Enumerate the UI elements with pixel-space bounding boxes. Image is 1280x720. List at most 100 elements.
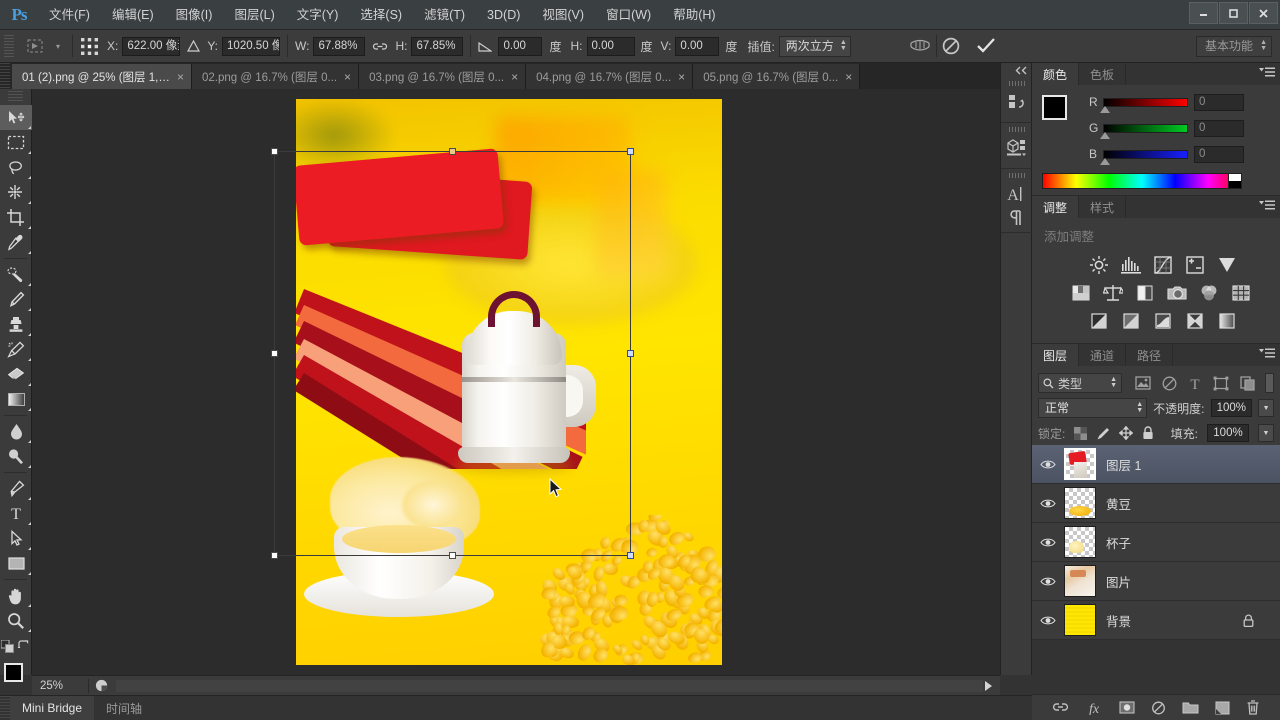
history-panel-button[interactable] [1001, 77, 1033, 123]
panel-grip[interactable] [1009, 173, 1025, 178]
close-icon[interactable]: × [344, 70, 351, 84]
threshold-icon[interactable] [1150, 309, 1176, 333]
fill-input[interactable]: 100% [1207, 424, 1249, 442]
type-filter-icon[interactable]: T [1188, 376, 1202, 391]
foreground-color-swatch[interactable] [4, 663, 23, 682]
tools-panel-grip[interactable] [8, 91, 23, 103]
layer-visibility-eye-icon[interactable] [1032, 615, 1064, 626]
tab-color[interactable]: 颜色 [1032, 63, 1080, 85]
bottom-bar-grip[interactable] [0, 695, 10, 720]
collapse-panels-icon[interactable] [1001, 63, 1031, 77]
swap-colors-icon[interactable] [17, 640, 30, 652]
layer-filter-select[interactable]: 类型 ▲ ▼ [1038, 373, 1122, 393]
channel-mixer-icon[interactable] [1196, 281, 1222, 305]
layer-name[interactable]: 杯子 [1106, 533, 1131, 552]
layer-visibility-eye-icon[interactable] [1032, 498, 1064, 509]
eyedropper-tool[interactable] [0, 230, 32, 255]
tab-layers[interactable]: 图层 [1032, 344, 1080, 366]
close-button[interactable] [1249, 2, 1278, 24]
adjustment-filter-icon[interactable] [1162, 376, 1177, 391]
layer-style-fx-icon[interactable]: fx [1085, 701, 1103, 715]
color-panel-swatches[interactable] [1042, 95, 1079, 134]
skew-v-input[interactable]: 0.00 [675, 36, 720, 56]
new-group-icon[interactable] [1182, 701, 1199, 714]
channel-value-g[interactable]: 0 [1194, 119, 1244, 137]
layer-name[interactable]: 背景 [1106, 611, 1131, 630]
menu-item-2[interactable]: 图像(I) [165, 0, 224, 30]
shape-filter-icon[interactable] [1213, 376, 1229, 391]
lock-image-icon[interactable] [1096, 427, 1110, 440]
relative-position-icon[interactable] [187, 40, 201, 52]
y-input[interactable]: 1020.50 像素 [222, 36, 281, 56]
hue-saturation-icon[interactable] [1068, 281, 1094, 305]
pixel-filter-icon[interactable] [1135, 376, 1151, 390]
slider-thumb-g[interactable] [1100, 131, 1110, 139]
blend-mode-select[interactable]: 正常 ▲ ▼ [1038, 398, 1148, 418]
path-selection-tool[interactable] [0, 526, 32, 551]
3d-panel-button[interactable] [1001, 123, 1033, 169]
character-panel-button[interactable]: A [1001, 169, 1033, 233]
menu-item-9[interactable]: 窗口(W) [595, 0, 662, 30]
photo-filter-icon[interactable] [1164, 281, 1190, 305]
current-tool-icon[interactable] [20, 34, 50, 58]
layer-visibility-eye-icon[interactable] [1032, 459, 1064, 470]
layers-panel-menu-icon[interactable] [1259, 348, 1275, 362]
layer-thumbnail[interactable] [1064, 526, 1096, 558]
close-icon[interactable]: × [511, 70, 518, 84]
document-info-icon[interactable] [89, 679, 114, 692]
options-bar-grip[interactable] [4, 35, 14, 57]
posterize-icon[interactable] [1118, 309, 1144, 333]
delete-layer-icon[interactable] [1246, 700, 1260, 715]
layer-row[interactable]: 背景 [1032, 601, 1280, 640]
workspace-select[interactable]: 基本功能 ▲ ▼ [1195, 36, 1272, 57]
tab-adjustments[interactable]: 调整 [1032, 196, 1080, 218]
menu-item-4[interactable]: 文字(Y) [286, 0, 350, 30]
lock-position-icon[interactable] [1119, 426, 1134, 440]
transform-handle-middle-left[interactable] [271, 350, 278, 357]
transform-handle-top-left[interactable] [271, 148, 278, 155]
slider-r[interactable] [1100, 97, 1188, 113]
layer-mask-icon[interactable] [1119, 701, 1135, 714]
adjustment-layer-icon[interactable] [1151, 701, 1166, 715]
menu-item-1[interactable]: 编辑(E) [101, 0, 165, 30]
document-tab-2[interactable]: 03.png @ 16.7% (图层 0... × [359, 64, 527, 89]
document-tab-1[interactable]: 02.png @ 16.7% (图层 0... × [192, 64, 360, 89]
panel-grip[interactable] [1009, 81, 1025, 86]
cancel-transform-icon[interactable] [942, 37, 960, 55]
minimize-button[interactable] [1189, 2, 1218, 24]
layer-name[interactable]: 图层 1 [1106, 455, 1141, 474]
dodge-tool[interactable] [0, 444, 32, 469]
link-layers-icon[interactable] [1052, 701, 1069, 714]
panel-grip[interactable] [1009, 127, 1025, 132]
document-tab-3[interactable]: 04.png @ 16.7% (图层 0... × [526, 64, 694, 89]
zoom-tool[interactable] [0, 608, 32, 633]
brush-tool[interactable] [0, 287, 32, 312]
healing-brush-tool[interactable] [0, 262, 32, 287]
layer-name[interactable]: 黄豆 [1106, 494, 1131, 513]
lock-all-icon[interactable] [1142, 426, 1154, 440]
brightness-contrast-icon[interactable] [1086, 253, 1112, 277]
exposure-icon[interactable] [1182, 253, 1208, 277]
zoom-level[interactable]: 25% [32, 680, 88, 692]
crop-tool[interactable] [0, 205, 32, 230]
layer-thumbnail[interactable] [1064, 565, 1096, 597]
layer-filter-toggle[interactable] [1265, 373, 1274, 393]
menu-item-8[interactable]: 视图(V) [531, 0, 595, 30]
lasso-tool[interactable] [0, 155, 32, 180]
clone-stamp-tool[interactable] [0, 312, 32, 337]
document-tab-0[interactable]: 01 (2).png @ 25% (图层 1, RGB/8) * × [12, 64, 192, 89]
black-white-picker-icon[interactable] [1228, 173, 1242, 189]
color-swatches[interactable] [0, 661, 33, 695]
menu-item-7[interactable]: 3D(D) [476, 0, 531, 30]
skew-h-input[interactable]: 0.00 [586, 36, 635, 56]
height-input[interactable]: 67.85% [411, 36, 464, 56]
channel-value-r[interactable]: 0 [1194, 93, 1244, 111]
warp-mode-icon[interactable] [909, 37, 931, 55]
layer-thumbnail[interactable] [1064, 448, 1096, 480]
tab-mini-bridge[interactable]: Mini Bridge [10, 695, 95, 720]
eraser-tool[interactable] [0, 362, 32, 387]
layer-row[interactable]: 黄豆 [1032, 484, 1280, 523]
reference-point-icon[interactable] [80, 37, 99, 56]
close-icon[interactable]: × [177, 70, 184, 84]
slider-b[interactable] [1100, 149, 1188, 165]
